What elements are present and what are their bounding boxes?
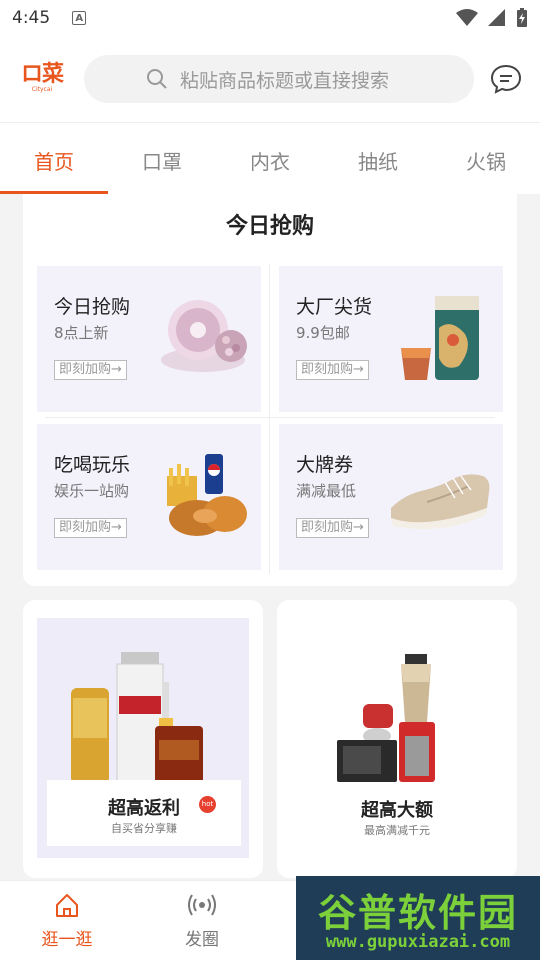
- kitchen-appliances-image: [337, 654, 435, 782]
- app-logo[interactable]: ロ菜 Citycai: [18, 64, 66, 94]
- nav-item-moments[interactable]: 发圈: [162, 891, 242, 950]
- cell-subtitle: 娱乐一站购: [54, 482, 130, 500]
- header: ロ菜 Citycai 粘贴商品标题或直接搜索: [0, 36, 540, 122]
- search-bar[interactable]: 粘贴商品标题或直接搜索: [84, 55, 474, 103]
- buy-now-button[interactable]: 即刻加购→: [296, 518, 369, 538]
- status-icons: [456, 8, 528, 28]
- promo-subtitle: 自买省分享赚: [111, 822, 177, 835]
- status-bar: 4:45 A: [0, 0, 540, 36]
- status-time: 4:45: [12, 8, 51, 28]
- search-icon: [147, 69, 167, 89]
- cell-subtitle: 9.9包邮: [296, 324, 350, 342]
- sneaker-image: [391, 474, 490, 530]
- promo-card-discount[interactable]: 超高大额 最高满减千元: [277, 600, 517, 878]
- wifi-icon: [456, 9, 478, 26]
- hot-badge: hot: [199, 796, 216, 813]
- promo-title: 超高大额: [361, 800, 433, 821]
- tab-underwear[interactable]: 内衣: [216, 123, 324, 194]
- tab-masks[interactable]: 口罩: [108, 123, 216, 194]
- cell-food-fun[interactable]: 吃喝玩乐 娱乐一站购 即刻加购→: [37, 424, 261, 570]
- logo-sub: Citycai: [31, 86, 53, 93]
- skincare-products-image: [71, 652, 203, 784]
- divider: [45, 417, 495, 418]
- watermark: 谷普软件园 www.gupuxiazai.com: [296, 876, 540, 960]
- cell-brand-coupon[interactable]: 大牌券 满减最低 即刻加购→: [279, 424, 503, 570]
- promo-card-rebate[interactable]: 超高返利 自买省分享赚 hot: [23, 600, 263, 878]
- watermark-title: 谷普软件园: [317, 891, 518, 935]
- signal-icon: [488, 9, 505, 26]
- tab-hotpot[interactable]: 火锅: [432, 123, 540, 194]
- today-sale-title: 今日抢购: [225, 214, 314, 239]
- buy-now-button[interactable]: 即刻加购→: [54, 360, 127, 380]
- fried-chicken-image: [167, 454, 247, 536]
- nav-label: 逛一逛: [41, 930, 93, 950]
- buy-now-button[interactable]: 即刻加购→: [54, 518, 127, 538]
- nav-item-browse[interactable]: 逛一逛: [27, 891, 107, 950]
- search-placeholder: 粘贴商品标题或直接搜索: [180, 69, 390, 92]
- cell-subtitle: 8点上新: [54, 324, 109, 342]
- tea-product-image: [401, 296, 479, 380]
- cell-brand-goods[interactable]: 大厂尖货 9.9包邮 即刻加购→: [279, 266, 503, 412]
- cosmetic-pearls-image: [161, 300, 247, 372]
- cell-subtitle: 满减最低: [296, 482, 357, 500]
- cell-title: 大牌券: [296, 454, 354, 476]
- notification-a-icon: A: [72, 11, 87, 25]
- cell-title: 大厂尖货: [296, 296, 373, 318]
- message-icon[interactable]: [490, 64, 522, 94]
- tab-home[interactable]: 首页: [0, 123, 108, 194]
- buy-now-button[interactable]: 即刻加购→: [296, 360, 369, 380]
- logo-mark: ロ菜: [20, 62, 64, 87]
- divider: [269, 264, 270, 574]
- cell-title: 今日抢购: [54, 296, 131, 318]
- nav-label: 发圈: [185, 930, 219, 950]
- today-sale-card: 今日抢购 今日抢购 8点上新 即刻加购→ 大厂尖货 9.9包邮 即刻加购→ 吃喝…: [23, 194, 517, 586]
- cell-title: 吃喝玩乐: [54, 454, 131, 476]
- home-icon: [56, 894, 78, 917]
- watermark-url: www.gupuxiazai.com: [325, 932, 511, 952]
- cell-today-sale[interactable]: 今日抢购 8点上新 即刻加购→: [37, 266, 261, 412]
- category-tabs: 首页 口罩 内衣 抽纸 火锅: [0, 122, 540, 194]
- promo-label-box: 超高返利 自买省分享赚 hot: [47, 780, 241, 846]
- promo-subtitle: 最高满减千元: [364, 824, 430, 837]
- broadcast-icon: [188, 894, 216, 916]
- tab-tissues[interactable]: 抽纸: [324, 123, 432, 194]
- battery-icon: [517, 8, 527, 27]
